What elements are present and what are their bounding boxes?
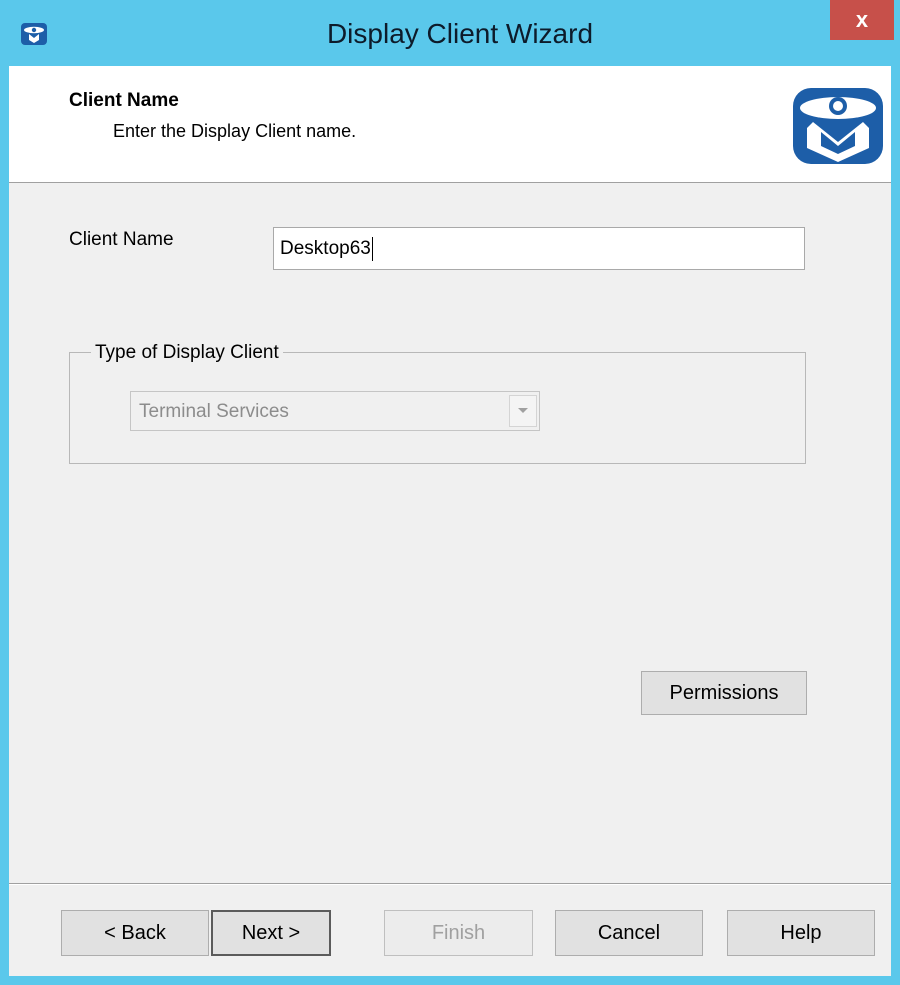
window-title: Display Client Wizard [326,18,594,49]
back-button[interactable]: < Back [61,910,209,956]
footer-separator [9,883,891,885]
wizard-header: Client Name Enter the Display Client nam… [9,66,891,183]
close-button[interactable]: x [830,0,894,40]
client-name-label: Client Name [69,229,174,250]
client-name-value: Desktop63 [280,238,371,259]
page-title: Client Name [69,90,179,111]
client-type-value: Terminal Services [139,401,289,422]
close-icon: x [855,7,869,32]
type-group-label: Type of Display Client [91,342,283,364]
text-caret [371,236,373,261]
chevron-down-icon [518,408,528,413]
client-type-dropdown[interactable]: Terminal Services [130,391,540,431]
finish-button[interactable]: Finish [384,910,533,956]
client-name-input[interactable]: Desktop63 [273,227,805,270]
permissions-button[interactable]: Permissions [641,671,807,715]
next-button[interactable]: Next > [211,910,331,956]
title-bar[interactable]: Display Client Wizard x [0,0,900,66]
thinmanager-logo-icon [793,88,883,164]
cancel-button[interactable]: Cancel [555,910,703,956]
page-subtitle: Enter the Display Client name. [113,121,357,141]
help-button[interactable]: Help [727,910,875,956]
wizard-window: Display Client Wizard x Client Name Ente… [0,0,900,985]
dropdown-arrow-button[interactable] [509,395,537,427]
